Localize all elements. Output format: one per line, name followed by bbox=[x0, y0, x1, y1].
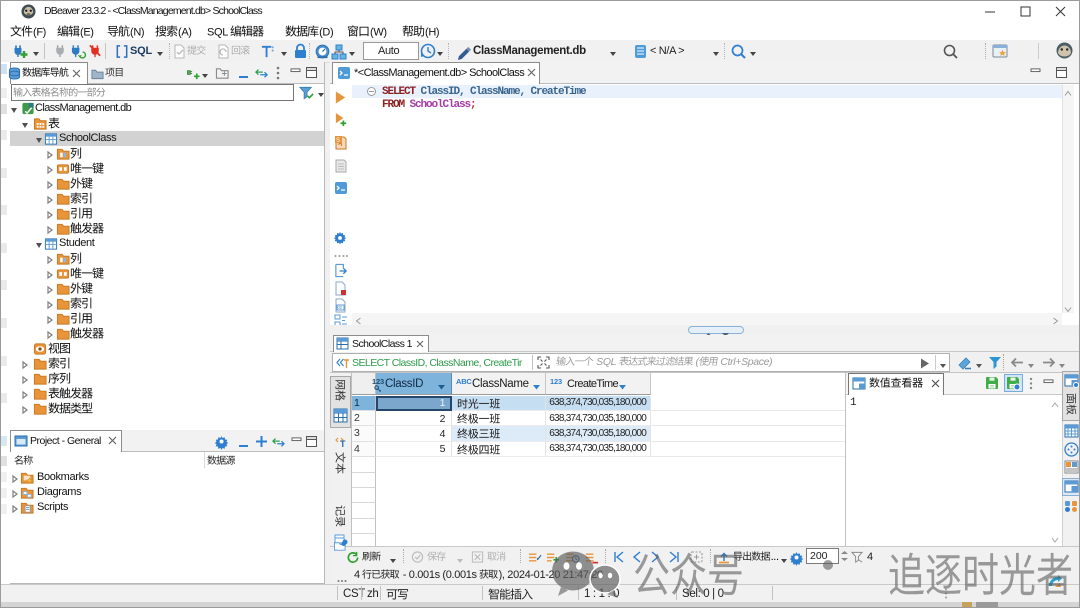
svg-text:T: T bbox=[340, 439, 346, 449]
svg-text:S: S bbox=[336, 138, 340, 144]
